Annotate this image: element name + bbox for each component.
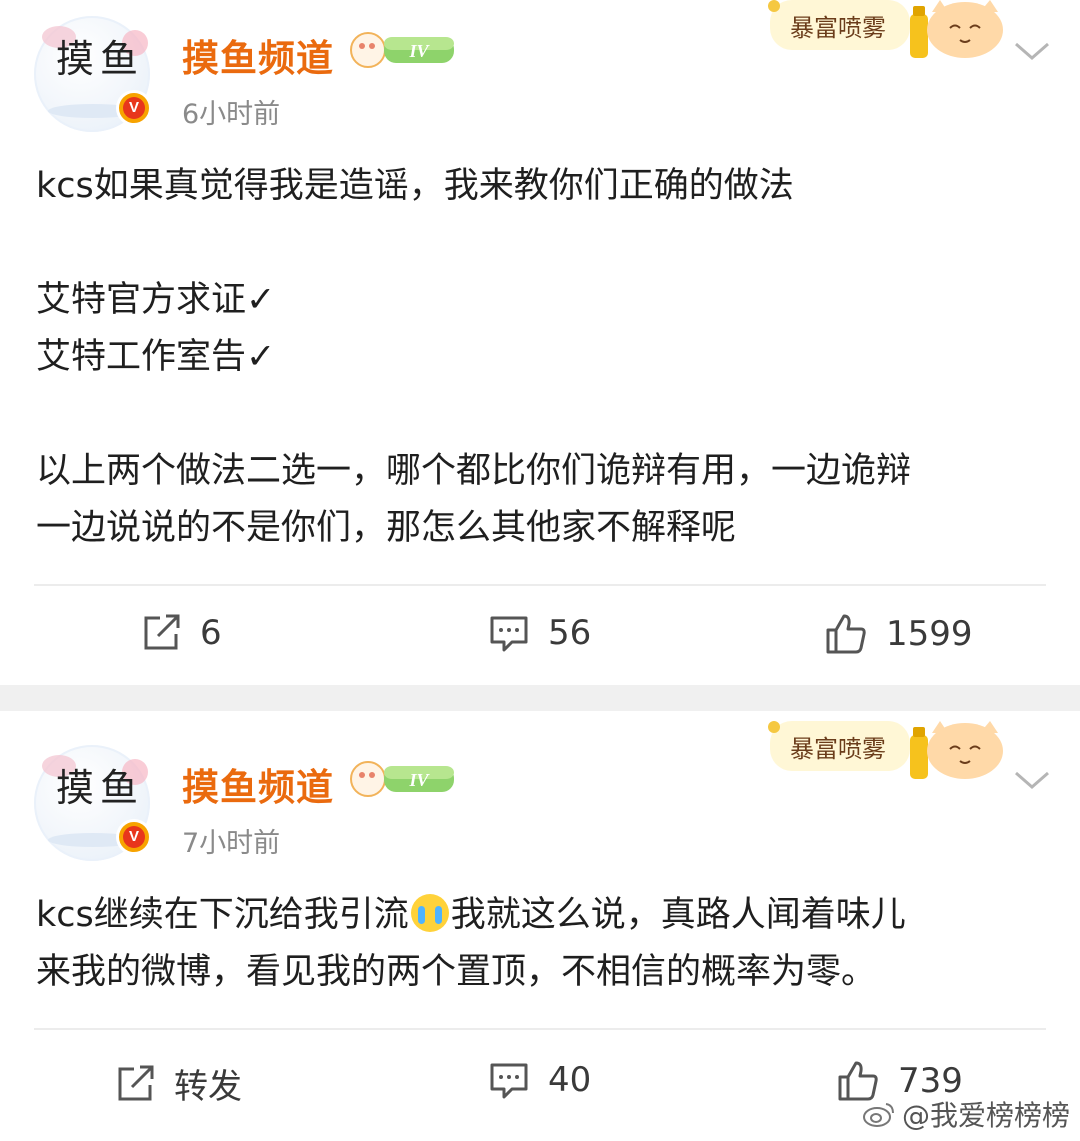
verified-badge-icon: V: [116, 90, 152, 126]
repost-count: 6: [200, 613, 222, 653]
crying-emoji-icon: [410, 894, 449, 932]
post-line: 艾特工作室告✓: [36, 337, 276, 377]
comment-count: 56: [548, 613, 592, 653]
post-line: 艾特官方求证✓: [36, 280, 276, 320]
repost-icon: [144, 614, 180, 650]
comment-button[interactable]: 56: [488, 612, 591, 654]
sticker-decoration: 暴富喷雾: [768, 0, 1003, 58]
author-name[interactable]: 摸鱼频道: [182, 28, 334, 82]
post-card-2: 摸鱼 V 摸鱼频道 IV 7小时前 暴富喷雾 kcs继续在下沉给我引流 我就这么说…: [0, 711, 1080, 1141]
chevron-down-icon[interactable]: [1012, 765, 1052, 795]
svg-text:暴富喷雾: 暴富喷雾: [790, 14, 886, 42]
author-avatar[interactable]: 摸鱼 V: [34, 745, 152, 861]
comment-count: 40: [548, 1060, 592, 1100]
weibo-logo-icon: [863, 1103, 894, 1127]
verified-badge-icon: V: [116, 819, 152, 855]
like-icon: [826, 614, 866, 654]
repost-button[interactable]: 转发: [114, 1059, 242, 1108]
post-text: kcs如果真觉得我是造谣，我来教你们正确的做法 艾特官方求证✓ 艾特工作室告✓ …: [36, 158, 1046, 557]
post-line: kcs如果真觉得我是造谣，我来教你们正确的做法: [36, 166, 794, 206]
like-count: 1599: [886, 614, 973, 654]
chevron-down-icon[interactable]: [1012, 36, 1052, 66]
post-time: 7小时前: [182, 828, 281, 859]
separator: [34, 584, 1046, 586]
post-line: kcs继续在下沉给我引流 我就这么说，真路人闻着味儿: [36, 887, 1046, 944]
svg-text:IV: IV: [408, 41, 430, 61]
comment-icon: [490, 616, 528, 652]
avatar-calligraphy: 摸鱼: [56, 766, 145, 810]
author-avatar[interactable]: 摸鱼 V: [34, 16, 152, 132]
comment-button[interactable]: 40: [488, 1059, 591, 1101]
watermark-text: @我爱榜榜榜: [902, 1099, 1071, 1132]
watermark: @我爱榜榜榜: [862, 1094, 1070, 1134]
post-line: 一边说说的不是你们，那怎么其他家不解释呢: [36, 508, 737, 548]
repost-icon: [118, 1065, 154, 1100]
avatar-calligraphy: 摸鱼: [56, 37, 145, 81]
post-line-part: kcs继续在下沉给我引流: [36, 895, 409, 935]
sticker-decoration: 暴富喷雾: [768, 721, 1003, 779]
separator: [34, 1028, 1046, 1030]
post-time: 6小时前: [182, 99, 281, 130]
repost-button[interactable]: 6: [140, 612, 222, 654]
svg-text:IV: IV: [408, 770, 430, 790]
feed-divider: [0, 685, 1080, 711]
post-card-1: 摸鱼 V 摸鱼频道 IV 6小时前 暴富喷雾 kcs如果真觉得我是造谣，我来教你…: [0, 0, 1080, 685]
post-line: 来我的微博，看见我的两个置顶，不相信的概率为零。: [36, 952, 877, 992]
author-name[interactable]: 摸鱼频道: [182, 757, 334, 811]
post-text: kcs继续在下沉给我引流 我就这么说，真路人闻着味儿 来我的微博，看见我的两个置顶…: [36, 887, 1046, 1001]
post-line-part: 我就这么说，真路人闻着味儿: [450, 895, 906, 935]
comment-icon: [490, 1063, 528, 1099]
like-button[interactable]: 1599: [824, 612, 973, 656]
level-badge-icon: IV: [350, 32, 454, 68]
level-badge-icon: IV: [350, 761, 454, 797]
post-line: 以上两个做法二选一，哪个都比你们诡辩有用，一边诡辩: [36, 451, 912, 491]
svg-text:暴富喷雾: 暴富喷雾: [790, 735, 886, 763]
repost-label: 转发: [174, 1067, 242, 1107]
